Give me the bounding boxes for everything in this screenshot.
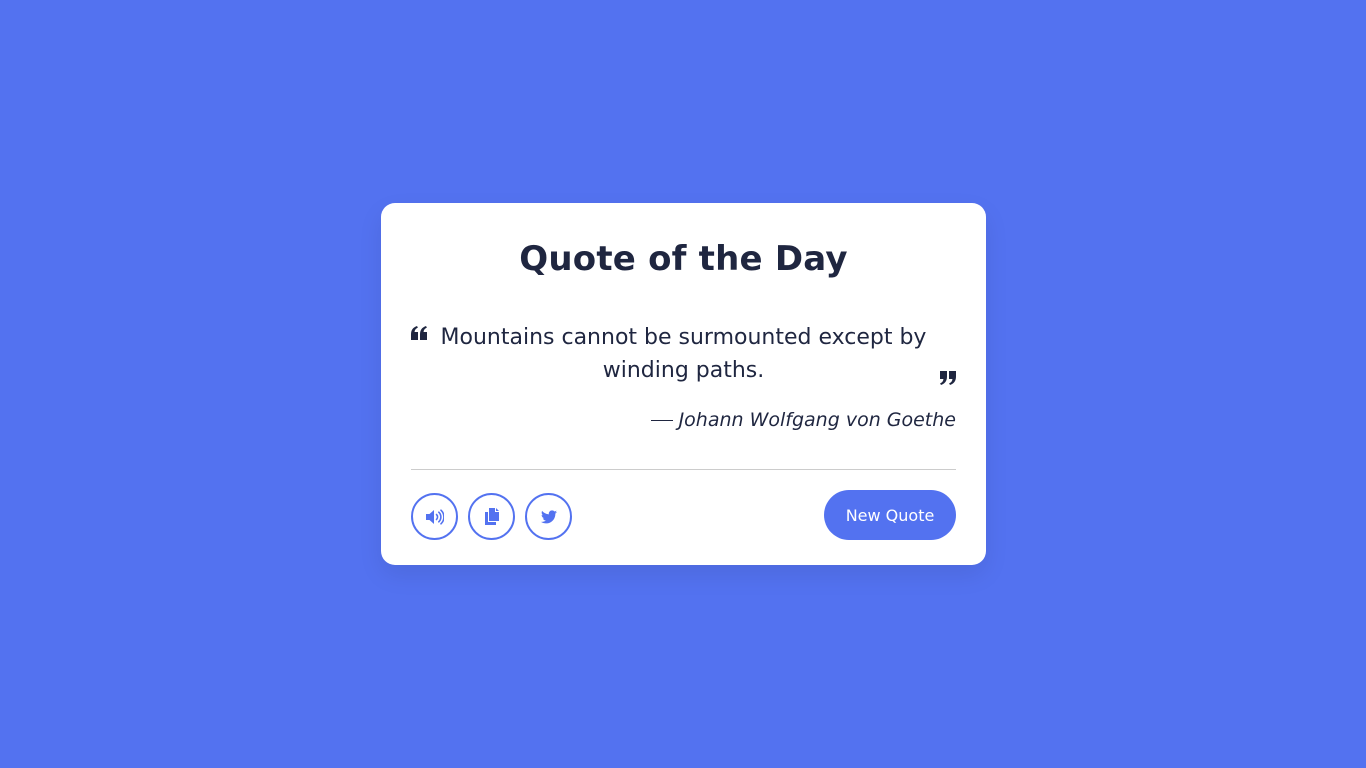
quote-card: Quote of the Day Mountains cannot be sur… xyxy=(381,203,986,565)
quote-right-icon xyxy=(940,371,956,385)
new-quote-button[interactable]: New Quote xyxy=(824,490,956,540)
copy-icon xyxy=(484,508,499,525)
divider xyxy=(411,469,956,470)
author-dash xyxy=(650,419,673,421)
speak-button[interactable] xyxy=(411,493,458,540)
quote-author: Johann Wolfgang von Goethe xyxy=(650,409,956,431)
author-name: Johann Wolfgang von Goethe xyxy=(678,409,956,431)
quote-left-icon xyxy=(411,326,427,340)
quote-text: Mountains cannot be surmounted except by… xyxy=(440,325,927,383)
action-buttons xyxy=(411,493,572,540)
twitter-icon xyxy=(540,509,557,523)
page-title: Quote of the Day xyxy=(519,239,848,279)
speaker-icon xyxy=(425,508,444,525)
quote-area: Mountains cannot be surmounted except by… xyxy=(411,321,956,387)
copy-button[interactable] xyxy=(468,493,515,540)
tweet-button[interactable] xyxy=(525,493,572,540)
